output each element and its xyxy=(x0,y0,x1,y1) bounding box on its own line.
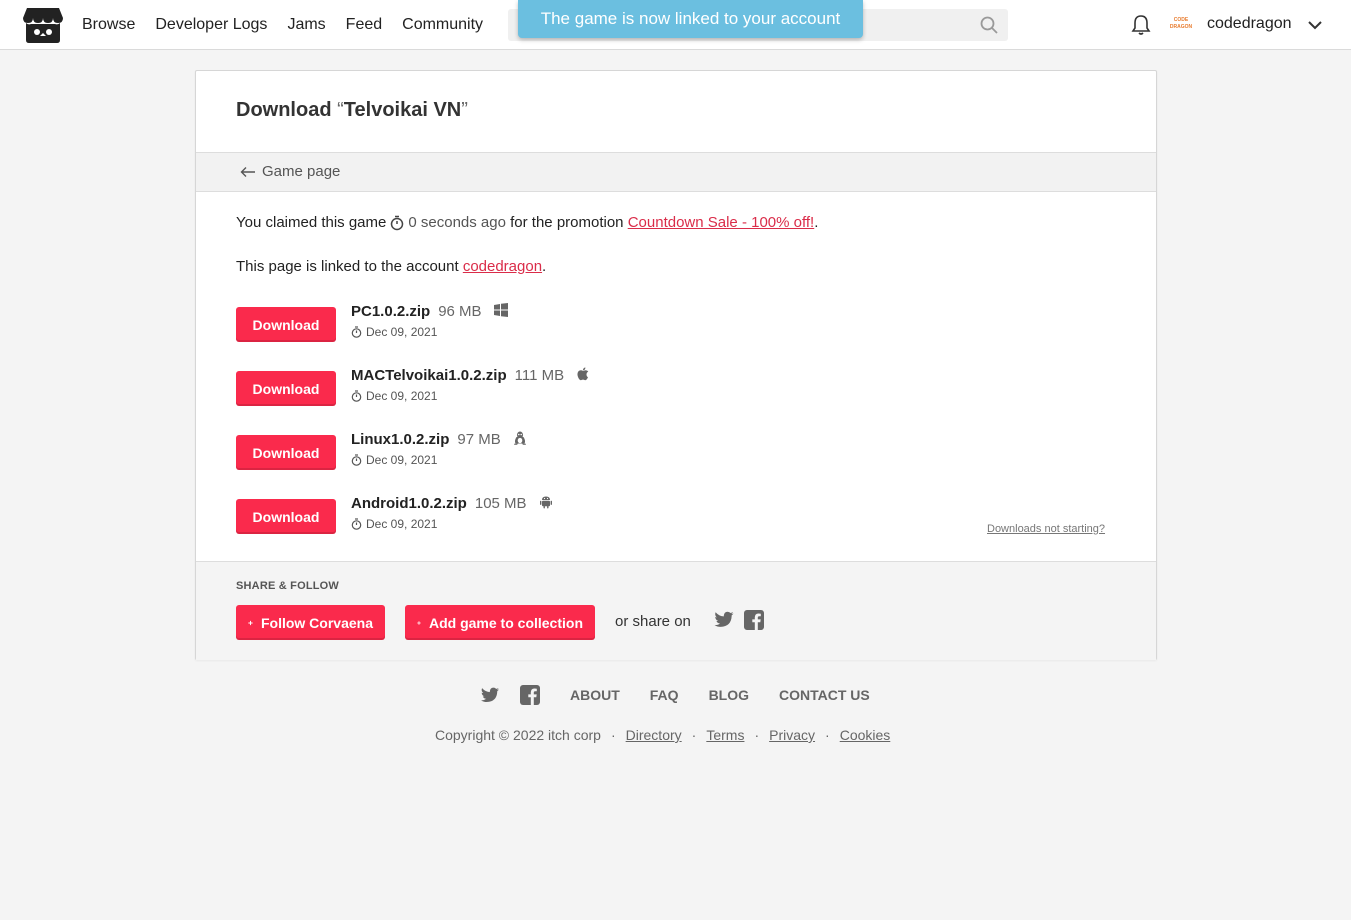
downloads-not-starting-link[interactable]: Downloads not starting? xyxy=(987,523,1105,535)
promotion-link[interactable]: Countdown Sale - 100% off! xyxy=(628,214,815,231)
upload-name: Linux1.0.2.zip 97 MB xyxy=(351,431,527,448)
upload-row: Download Android1.0.2.zip 105 MB Dec 09, … xyxy=(236,495,936,539)
download-button[interactable]: Download xyxy=(236,435,336,470)
stopwatch-icon xyxy=(351,454,362,466)
upload-date: Dec 09, 2021 xyxy=(351,517,437,531)
stopwatch-icon xyxy=(351,518,362,530)
facebook-icon[interactable] xyxy=(744,610,764,630)
game-page-link[interactable]: Game page xyxy=(240,163,340,180)
share-label: SHARE & FOLLOW xyxy=(236,580,340,592)
share-follow-section: SHARE & FOLLOW Follow Corvaena Add game … xyxy=(196,561,1156,660)
upload-size: 105 MB xyxy=(474,495,527,512)
upload-name: Android1.0.2.zip 105 MB xyxy=(351,495,553,512)
chevron-down-icon[interactable] xyxy=(1307,18,1323,32)
or-share-text: or share on xyxy=(615,613,691,630)
upload-size: 96 MB xyxy=(438,303,482,320)
claim-time: 0 seconds ago xyxy=(408,214,506,231)
upload-row: Download MACTelvoikai1.0.2.zip 111 MB Dec… xyxy=(236,367,936,411)
bell-icon[interactable] xyxy=(1131,14,1151,36)
apple-icon xyxy=(577,367,589,381)
upload-row: Download Linux1.0.2.zip 97 MB Dec 09, 202… xyxy=(236,431,936,475)
plus-icon xyxy=(417,620,421,625)
facebook-icon[interactable] xyxy=(520,685,540,705)
stopwatch-icon xyxy=(391,215,404,230)
plus-icon xyxy=(248,620,253,625)
copyright-line: Copyright © 2022 itch corp · Directory ·… xyxy=(435,727,891,743)
upload-name: PC1.0.2.zip 96 MB xyxy=(351,303,508,320)
download-button[interactable]: Download xyxy=(236,371,336,406)
top-header: Browse Developer Logs Jams Feed Communit… xyxy=(0,0,1351,50)
footer-links: ABOUT FAQ BLOG CONTACT US xyxy=(480,684,870,706)
privacy-link[interactable]: Privacy xyxy=(769,727,815,743)
copyright-text: Copyright © 2022 itch corp xyxy=(435,727,601,743)
main-nav: Browse Developer Logs Jams Feed Communit… xyxy=(82,0,483,50)
nav-community[interactable]: Community xyxy=(402,16,483,34)
stopwatch-icon xyxy=(351,326,362,338)
download-card: Download “Telvoikai VN” Game page You cl… xyxy=(195,70,1157,660)
linked-account-text: This page is linked to the account coded… xyxy=(236,258,547,275)
footer-blog-link[interactable]: BLOG xyxy=(709,687,749,703)
stopwatch-icon xyxy=(351,390,362,402)
upload-date: Dec 09, 2021 xyxy=(351,325,437,339)
nav-jams[interactable]: Jams xyxy=(287,16,325,34)
search-icon[interactable] xyxy=(980,16,998,34)
claim-text: You claimed this game 0 seconds ago for … xyxy=(236,214,819,231)
download-button[interactable]: Download xyxy=(236,499,336,534)
nav-developer-logs[interactable]: Developer Logs xyxy=(155,16,267,34)
arrow-left-icon xyxy=(240,166,255,177)
footer-faq-link[interactable]: FAQ xyxy=(650,687,679,703)
upload-row: Download PC1.0.2.zip 96 MB Dec 09, 2021 xyxy=(236,303,936,347)
add-to-collection-button[interactable]: Add game to collection xyxy=(405,605,595,640)
twitter-icon[interactable] xyxy=(480,687,500,704)
upload-name: MACTelvoikai1.0.2.zip 111 MB xyxy=(351,367,590,384)
account-link[interactable]: codedragon xyxy=(463,258,542,275)
avatar[interactable]: CODE DRAGON xyxy=(1168,14,1194,36)
notification-toast: The game is now linked to your account xyxy=(518,0,863,38)
upload-date: Dec 09, 2021 xyxy=(351,389,437,403)
twitter-icon[interactable] xyxy=(714,611,734,629)
page-title: Download “Telvoikai VN” xyxy=(236,99,468,121)
upload-size: 97 MB xyxy=(457,431,501,448)
nav-feed[interactable]: Feed xyxy=(346,16,382,34)
footer-contact-link[interactable]: CONTACT US xyxy=(779,687,870,703)
upload-size: 111 MB xyxy=(514,367,565,384)
game-name: Telvoikai VN xyxy=(343,99,462,121)
nav-browse[interactable]: Browse xyxy=(82,16,135,34)
download-button[interactable]: Download xyxy=(236,307,336,342)
linux-icon xyxy=(513,431,526,445)
cookies-link[interactable]: Cookies xyxy=(840,727,891,743)
itch-logo-icon[interactable] xyxy=(23,6,63,44)
username[interactable]: codedragon xyxy=(1207,15,1292,33)
footer-about-link[interactable]: ABOUT xyxy=(570,687,620,703)
directory-link[interactable]: Directory xyxy=(626,727,682,743)
follow-button[interactable]: Follow Corvaena xyxy=(236,605,385,640)
terms-link[interactable]: Terms xyxy=(706,727,744,743)
android-icon xyxy=(539,496,552,509)
windows-icon xyxy=(493,303,508,317)
upload-date: Dec 09, 2021 xyxy=(351,453,437,467)
back-bar: Game page xyxy=(196,152,1156,192)
